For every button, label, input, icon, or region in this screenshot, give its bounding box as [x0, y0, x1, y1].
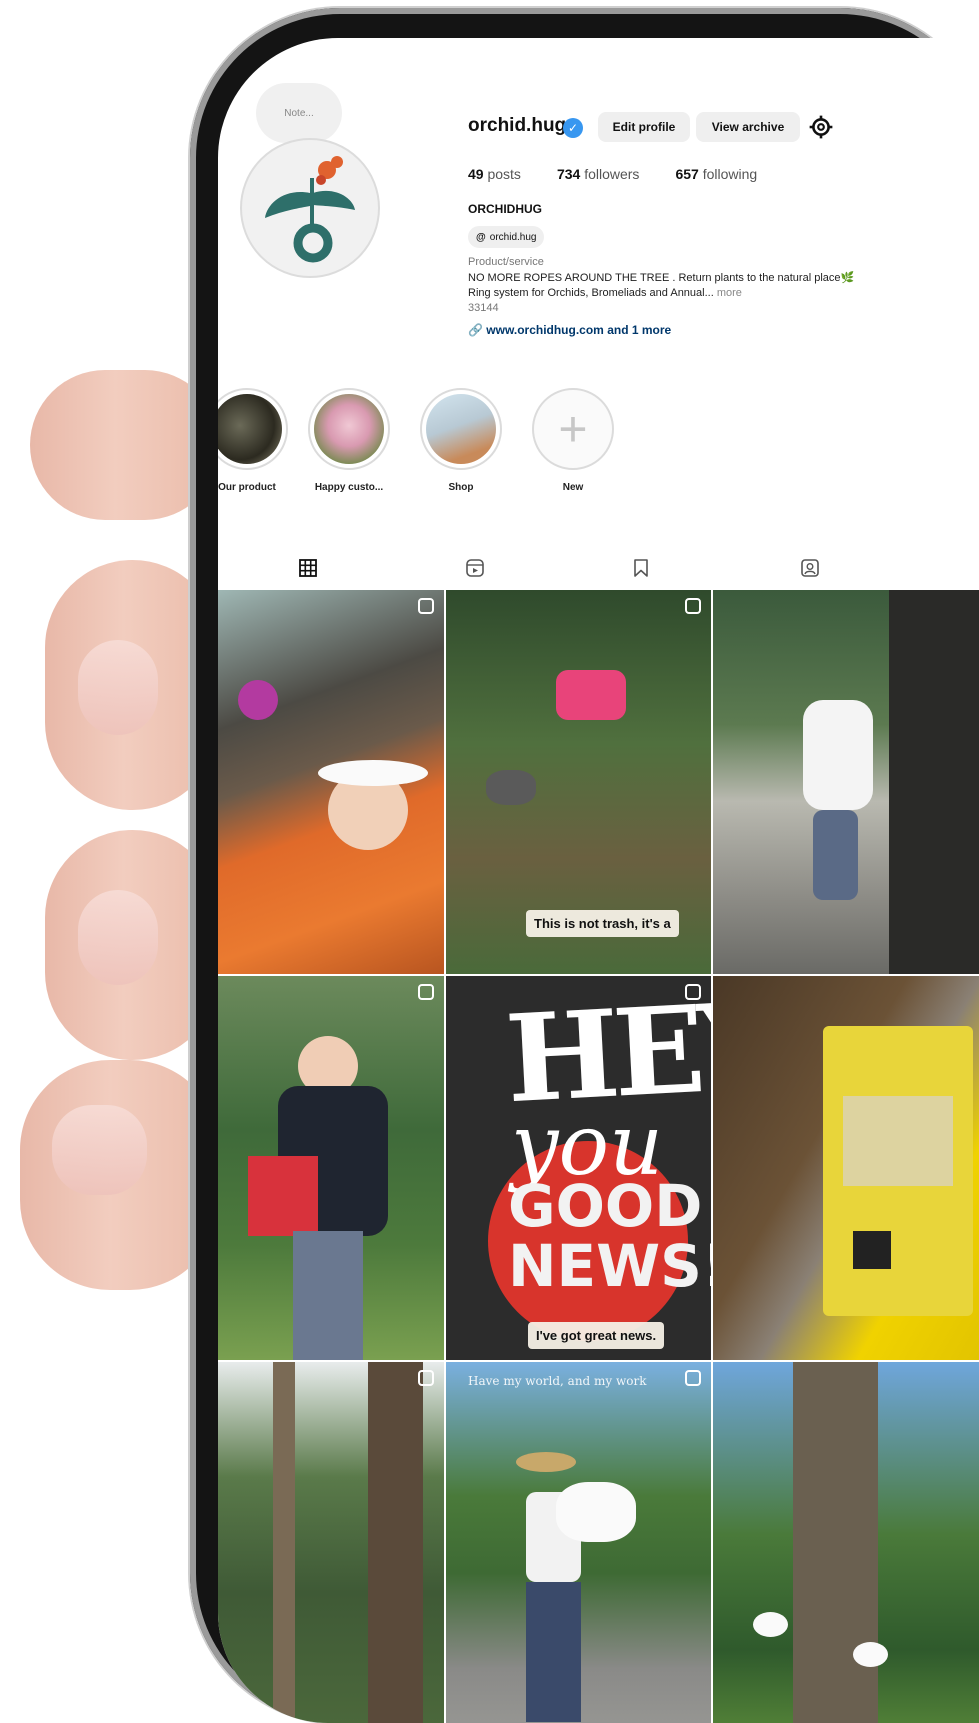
highlight-new[interactable]: + New — [532, 388, 614, 493]
settings-gear-icon[interactable] — [808, 114, 834, 140]
bookmark-icon — [634, 559, 648, 577]
following-label: following — [702, 166, 758, 182]
verified-badge-icon: ✓ — [563, 118, 583, 138]
following-count: 657 — [675, 166, 699, 182]
note-text: Note... — [284, 107, 314, 119]
followers-stat[interactable]: 734 followers — [557, 166, 640, 182]
plus-icon: + — [558, 401, 588, 457]
bio-line-1: NO MORE ROPES AROUND THE TREE . Return p… — [468, 272, 855, 284]
profile-category: Product/service — [468, 256, 544, 268]
link-icon: 🔗 — [468, 323, 483, 337]
highlight-label: Shop — [448, 482, 474, 493]
tagged-person-icon — [801, 559, 819, 577]
highlight-shop[interactable]: Shop — [420, 388, 502, 493]
followers-count: 734 — [556, 166, 581, 182]
followers-label: followers — [584, 166, 640, 182]
reel-indicator-icon — [685, 598, 701, 614]
profile-link[interactable]: 🔗 www.orchidhug.com and 1 more — [468, 323, 671, 337]
reel-indicator-icon — [418, 984, 434, 1000]
fingernail — [52, 1105, 147, 1195]
reel-indicator-icon — [418, 1370, 434, 1386]
tab-tagged[interactable] — [780, 548, 840, 588]
bio-more-link[interactable]: more — [717, 287, 742, 299]
posts-label: posts — [487, 166, 521, 182]
profile-avatar[interactable] — [240, 138, 380, 278]
phone-screen: Note... orchid.hug ✓ Edit profile View a… — [218, 38, 979, 1723]
profile-bio: NO MORE ROPES AROUND THE TREE . Return p… — [468, 271, 928, 316]
post-tile[interactable]: This is not trash, it's a — [446, 590, 711, 974]
profile-stats: 49 posts 734 followers 657 following — [468, 166, 757, 182]
fingernail — [78, 640, 158, 735]
highlight-label: Happy custo... — [314, 482, 384, 493]
reel-indicator-icon — [685, 1370, 701, 1386]
edit-profile-button[interactable]: Edit profile — [598, 112, 690, 142]
post-tile[interactable]: Have my world, and my work — [446, 1362, 711, 1723]
fingernail — [78, 890, 158, 985]
post-tile[interactable]: HEY! you GOOD NEWS! I've got great news. — [446, 976, 711, 1360]
post-tile[interactable] — [713, 976, 979, 1360]
reel-indicator-icon — [685, 984, 701, 1000]
threads-handle: orchid.hug — [489, 231, 537, 243]
post-tile[interactable] — [713, 1362, 979, 1723]
post-headline: GOOD NEWS! — [508, 1172, 711, 1300]
tab-posts-grid[interactable] — [278, 548, 338, 592]
post-tile[interactable] — [218, 1362, 444, 1723]
post-overlay-text: Have my world, and my work — [468, 1374, 647, 1388]
bio-line-2: Ring system for Orchids, Bromeliads and … — [468, 287, 714, 299]
grid-icon — [299, 559, 317, 577]
post-caption: This is not trash, it's a — [526, 910, 679, 937]
reels-icon — [466, 559, 484, 577]
tab-reels[interactable] — [445, 548, 505, 588]
following-stat[interactable]: 657 following — [675, 166, 757, 182]
posts-count: 49 — [468, 166, 484, 182]
highlight-label: New — [562, 482, 584, 493]
post-caption: I've got great news. — [528, 1322, 665, 1349]
profile-tabs — [218, 548, 979, 592]
highlight-our-product[interactable]: Our product — [218, 388, 288, 493]
posts-stat[interactable]: 49 posts — [468, 166, 521, 182]
view-archive-button[interactable]: View archive — [696, 112, 800, 142]
post-tile[interactable] — [713, 590, 979, 974]
profile-display-name: ORCHIDHUG — [468, 202, 542, 216]
highlight-label: Our product — [218, 482, 276, 493]
highlight-happy-customers[interactable]: Happy custo... — [308, 388, 390, 493]
threads-badge[interactable]: @ orchid.hug — [468, 226, 545, 248]
profile-username: orchid.hug — [468, 115, 567, 136]
post-tile[interactable] — [218, 976, 444, 1360]
tab-saved[interactable] — [611, 548, 671, 588]
threads-icon: @ — [476, 231, 486, 243]
note-bubble[interactable]: Note... — [256, 83, 342, 143]
post-tile[interactable] — [218, 590, 444, 974]
profile-link-text: www.orchidhug.com and 1 more — [486, 323, 672, 337]
bio-number: 33144 — [468, 302, 499, 314]
orchid-logo-icon — [265, 156, 355, 263]
reel-indicator-icon — [418, 598, 434, 614]
